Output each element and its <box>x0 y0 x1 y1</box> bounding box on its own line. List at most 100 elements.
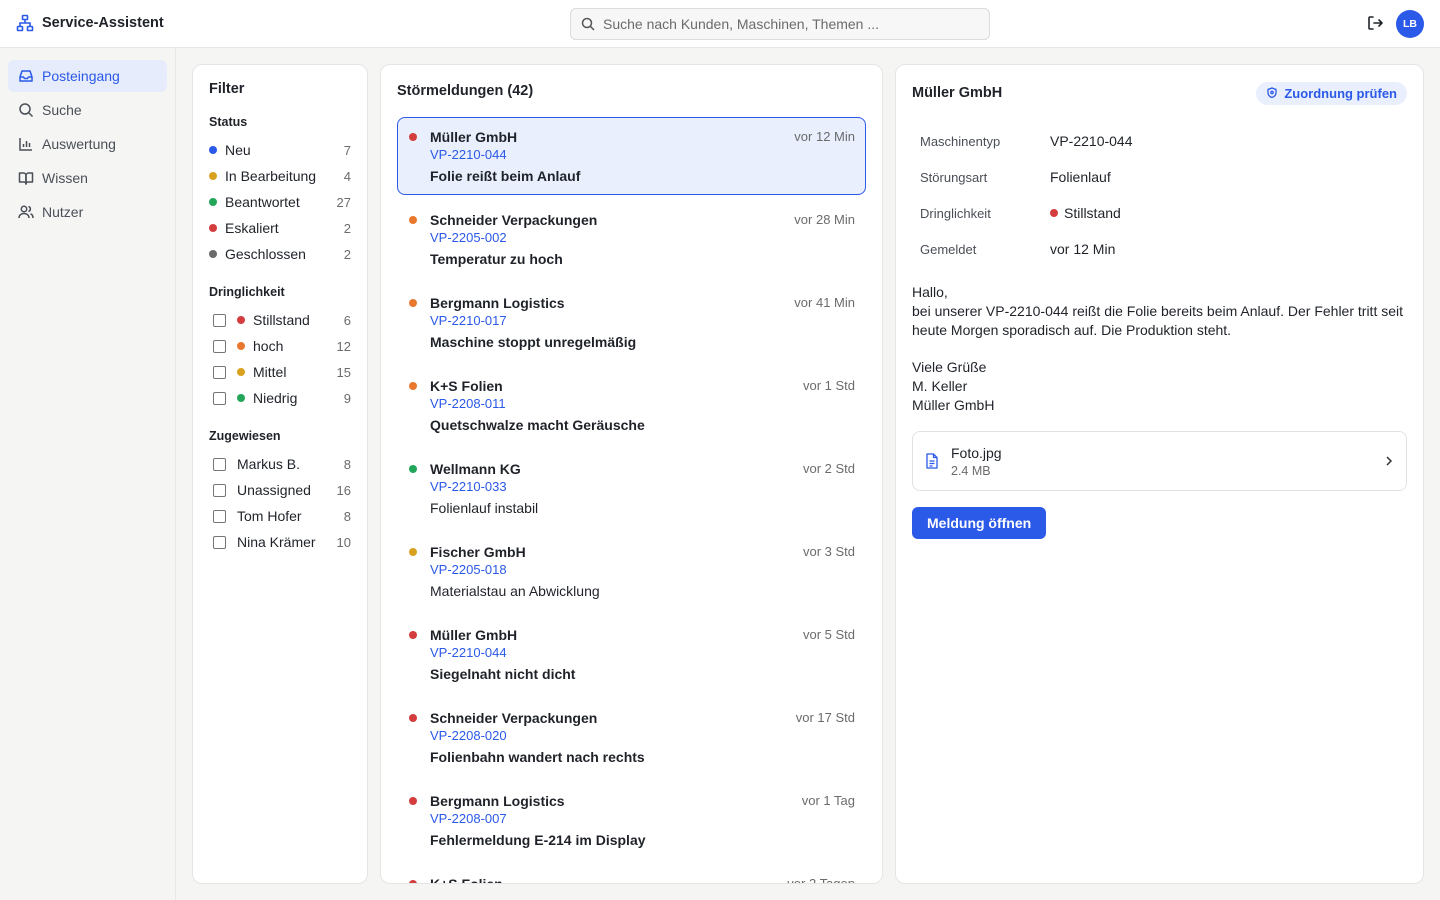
avatar[interactable]: LB <box>1396 10 1424 38</box>
ticket-subject: Maschine stoppt unregelmäßig <box>430 334 637 350</box>
ticket-customer: Bergmann Logistics <box>430 295 565 311</box>
status-filter-beantwortet[interactable]: Beantwortet 27 <box>209 189 351 215</box>
global-search[interactable] <box>570 8 990 40</box>
filter-count: 10 <box>336 534 351 550</box>
field-value-text: VP-2210-044 <box>1050 133 1133 149</box>
urgency-filter-niedrig: Niedrig 9 <box>209 385 351 411</box>
urgency-dot <box>409 631 417 639</box>
sidebar-item-label: Posteingang <box>42 68 120 84</box>
sidebar-item-suche[interactable]: Suche <box>8 94 167 126</box>
checkbox[interactable] <box>213 483 226 497</box>
sidebar-item-nutzer[interactable]: Nutzer <box>8 196 167 228</box>
urgency-dot <box>409 714 417 722</box>
field-gemeldet: Gemeldet vor 12 Min <box>920 231 1407 267</box>
filter-label: Stillstand <box>253 312 310 328</box>
ticket-item[interactable]: Müller GmbH vor 5 Std VP-2210-044 Siegelnah… <box>397 615 866 693</box>
urgency-dot <box>237 394 245 402</box>
urgency-dot <box>409 382 417 390</box>
ticket-item[interactable]: Wellmann KG vor 2 Std VP-2210-033 Folienlau… <box>397 449 866 527</box>
urgency-dot <box>1050 209 1058 217</box>
urgency-filter-hoch: hoch 12 <box>209 333 351 359</box>
filter-count: 9 <box>343 390 351 406</box>
ticket-time: vor 12 Min <box>794 129 855 144</box>
detail-customer: Müller GmbH <box>912 85 1003 101</box>
filter-label: Nina Krämer <box>237 534 316 550</box>
ticket-customer: Schneider Verpackungen <box>430 212 598 228</box>
ticket-item[interactable]: Schneider Verpackungen vor 28 Min VP-2205-… <box>397 200 866 278</box>
filter-label: Neu <box>225 142 251 158</box>
ticket-subject: Fehlermeldung E-214 im Display <box>430 832 646 848</box>
status-filter-in-bearbeitung[interactable]: In Bearbeitung 4 <box>209 163 351 189</box>
checkbox[interactable] <box>213 313 226 327</box>
status-dot <box>209 172 217 180</box>
urgency-dot <box>409 880 417 883</box>
shield-icon <box>1266 87 1278 99</box>
sidebar-item-label: Nutzer <box>42 204 84 220</box>
sidebar: Posteingang Suche Auswertung Wissen Nutz… <box>0 48 176 900</box>
assignment-check-badge[interactable]: Zuordnung prüfen <box>1256 81 1407 105</box>
badge-label: Zuordnung prüfen <box>1284 85 1397 101</box>
ticket-time: vor 1 Std <box>802 378 855 393</box>
ticket-item[interactable]: Bergmann Logistics vor 41 Min VP-2210-017 M… <box>397 283 866 361</box>
open-report-button[interactable]: Meldung öffnen <box>912 507 1047 539</box>
filter-label: Markus B. <box>237 456 301 472</box>
ticket-subject: Folienlauf instabil <box>430 500 539 516</box>
logout-icon[interactable] <box>1366 14 1386 34</box>
checkbox[interactable] <box>213 391 226 405</box>
checkbox[interactable] <box>213 339 226 353</box>
checkbox[interactable] <box>213 535 226 549</box>
urgency-dot <box>237 316 245 324</box>
chevron-right-icon <box>1384 455 1394 467</box>
status-filter-eskaliert[interactable]: Eskaliert 2 <box>209 215 351 241</box>
checkbox[interactable] <box>213 457 226 471</box>
ticket-subject: Quetschwalze macht Geräusche <box>430 417 645 433</box>
checkbox[interactable] <box>213 365 226 379</box>
status-dot <box>209 224 217 232</box>
filter-label: hoch <box>253 338 284 354</box>
assigned-filter-nina: Nina Krämer 10 <box>209 529 351 555</box>
ticket-machine-id: VP-2210-044 <box>430 645 507 660</box>
checkbox[interactable] <box>213 509 226 523</box>
ticket-list: Müller GmbH vor 12 Min VP-2210-044 Folie re… <box>381 117 882 884</box>
assigned-filter-unassigned: Unassigned 16 <box>209 477 351 503</box>
filter-label: Eskaliert <box>225 220 279 236</box>
ticket-customer: Müller GmbH <box>430 627 518 643</box>
urgency-dot <box>409 133 417 141</box>
urgency-dot <box>409 548 417 556</box>
ticket-time: vor 17 Std <box>795 710 855 725</box>
urgency-dot <box>237 342 245 350</box>
field-key: Störungsart <box>920 169 988 185</box>
search-icon <box>18 102 34 118</box>
ticket-item[interactable]: K+S Folien vor 2 Tagen <box>397 864 866 884</box>
message-closing: Viele Grüße <box>912 359 987 375</box>
search-input[interactable] <box>603 16 983 32</box>
sidebar-item-wissen[interactable]: Wissen <box>8 162 167 194</box>
sidebar-item-posteingang[interactable]: Posteingang <box>8 60 167 92</box>
attachment-card[interactable]: Foto.jpg 2.4 MB <box>912 431 1407 491</box>
brand[interactable]: Service-Assistent <box>16 14 164 32</box>
status-filter-neu[interactable]: Neu 7 <box>209 137 351 163</box>
ticket-subject: Folienbahn wandert nach rechts <box>430 749 645 765</box>
ticket-item[interactable]: K+S Folien vor 1 Std VP-2208-011 Quetschwal… <box>397 366 866 444</box>
ticket-machine-id: VP-2210-033 <box>430 479 507 494</box>
ticket-item[interactable]: Fischer GmbH vor 3 Std VP-2205-018 Material… <box>397 532 866 610</box>
sidebar-item-label: Suche <box>42 102 82 118</box>
status-dot <box>209 198 217 206</box>
attachment-name: Foto.jpg <box>951 444 1002 461</box>
detail-panel: Müller GmbH Zuordnung prüfen Maschinenty… <box>895 64 1424 884</box>
ticket-item[interactable]: Bergmann Logistics vor 1 Tag VP-2208-007 Fe… <box>397 781 866 859</box>
field-value-text: vor 12 Min <box>1050 241 1116 257</box>
urgency-dot <box>409 299 417 307</box>
top-bar: Service-Assistent LB <box>0 0 1440 48</box>
ticket-item[interactable]: Schneider Verpackungen vor 17 Std VP-2208-… <box>397 698 866 776</box>
urgency-filter-stillstand: Stillstand 6 <box>209 307 351 333</box>
field-value: VP-2210-044 <box>1050 133 1133 149</box>
sidebar-item-auswertung[interactable]: Auswertung <box>8 128 167 160</box>
status-filter-geschlossen[interactable]: Geschlossen 2 <box>209 241 351 267</box>
filter-count: 6 <box>343 312 351 328</box>
ticket-item[interactable]: Müller GmbH vor 12 Min VP-2210-044 Folie re… <box>397 117 866 195</box>
field-value-text: Folienlauf <box>1050 169 1111 185</box>
ticket-time: vor 2 Tagen <box>787 876 855 884</box>
assigned-filter-tom: Tom Hofer 8 <box>209 503 351 529</box>
filter-count: 15 <box>336 364 351 380</box>
